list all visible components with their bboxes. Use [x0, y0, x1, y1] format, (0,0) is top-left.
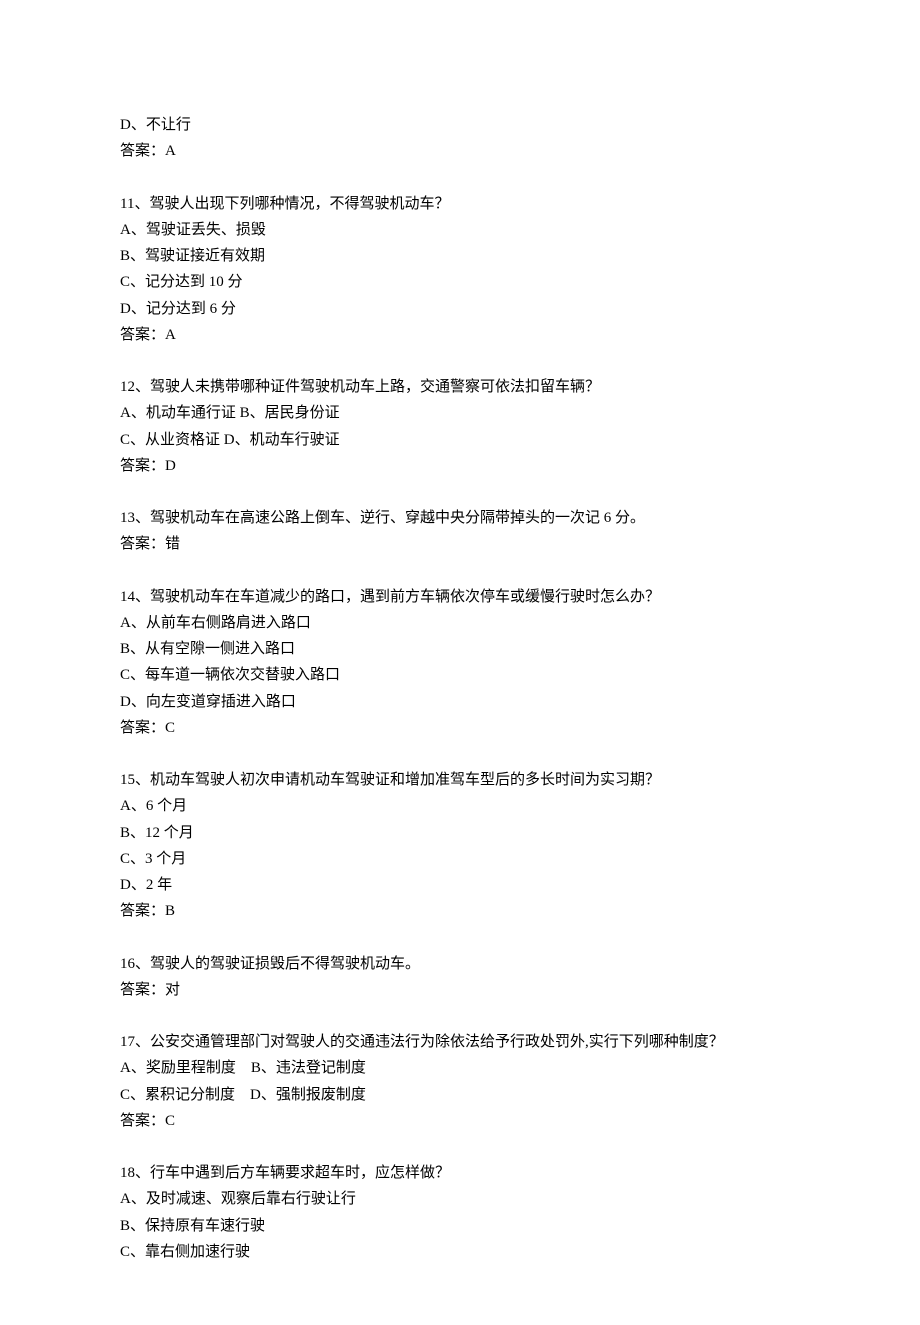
text-line: 17、公安交通管理部门对驾驶人的交通违法行为除依法给予行政处罚外,实行下列哪种制…	[120, 1029, 800, 1055]
text-line: B、从有空隙一侧进入路口	[120, 636, 800, 662]
question-block: 13、驾驶机动车在高速公路上倒车、逆行、穿越中央分隔带掉头的一次记 6 分。答案…	[120, 505, 800, 558]
text-line: 答案：C	[120, 1108, 800, 1134]
text-line: B、驾驶证接近有效期	[120, 243, 800, 269]
text-line: A、6 个月	[120, 793, 800, 819]
document-page: D、不让行答案：A11、驾驶人出现下列哪种情况，不得驾驶机动车？A、驾驶证丢失、…	[0, 0, 920, 1325]
text-line: 答案：A	[120, 138, 800, 164]
question-block: 16、驾驶人的驾驶证损毁后不得驾驶机动车。答案：对	[120, 951, 800, 1004]
question-block: 17、公安交通管理部门对驾驶人的交通违法行为除依法给予行政处罚外,实行下列哪种制…	[120, 1029, 800, 1134]
text-line: 11、驾驶人出现下列哪种情况，不得驾驶机动车？	[120, 191, 800, 217]
text-line: B、12 个月	[120, 820, 800, 846]
text-line: C、每车道一辆依次交替驶入路口	[120, 662, 800, 688]
text-line: 13、驾驶机动车在高速公路上倒车、逆行、穿越中央分隔带掉头的一次记 6 分。	[120, 505, 800, 531]
text-line: A、驾驶证丢失、损毁	[120, 217, 800, 243]
text-line: 答案：对	[120, 977, 800, 1003]
text-line: A、及时减速、观察后靠右行驶让行	[120, 1186, 800, 1212]
text-line: 答案：C	[120, 715, 800, 741]
text-line: A、从前车右侧路肩进入路口	[120, 610, 800, 636]
text-line: C、累积记分制度 D、强制报废制度	[120, 1082, 800, 1108]
text-line: 15、机动车驾驶人初次申请机动车驾驶证和增加准驾车型后的多长时间为实习期？	[120, 767, 800, 793]
question-block: 18、行车中遇到后方车辆要求超车时，应怎样做？A、及时减速、观察后靠右行驶让行B…	[120, 1160, 800, 1265]
text-line: D、记分达到 6 分	[120, 296, 800, 322]
text-line: 16、驾驶人的驾驶证损毁后不得驾驶机动车。	[120, 951, 800, 977]
text-line: D、向左变道穿插进入路口	[120, 689, 800, 715]
text-line: A、奖励里程制度 B、违法登记制度	[120, 1055, 800, 1081]
text-line: C、靠右侧加速行驶	[120, 1239, 800, 1265]
text-line: 答案：错	[120, 531, 800, 557]
text-line: C、3 个月	[120, 846, 800, 872]
text-line: B、保持原有车速行驶	[120, 1213, 800, 1239]
question-block: 15、机动车驾驶人初次申请机动车驾驶证和增加准驾车型后的多长时间为实习期？A、6…	[120, 767, 800, 925]
question-block: 14、驾驶机动车在车道减少的路口，遇到前方车辆依次停车或缓慢行驶时怎么办？A、从…	[120, 584, 800, 742]
text-line: A、机动车通行证 B、居民身份证	[120, 400, 800, 426]
text-line: D、2 年	[120, 872, 800, 898]
text-line: 14、驾驶机动车在车道减少的路口，遇到前方车辆依次停车或缓慢行驶时怎么办？	[120, 584, 800, 610]
question-block: 12、驾驶人未携带哪种证件驾驶机动车上路，交通警察可依法扣留车辆？A、机动车通行…	[120, 374, 800, 479]
question-block: 11、驾驶人出现下列哪种情况，不得驾驶机动车？A、驾驶证丢失、损毁B、驾驶证接近…	[120, 191, 800, 349]
question-block: D、不让行答案：A	[120, 112, 800, 165]
text-line: 答案：B	[120, 898, 800, 924]
text-line: C、从业资格证 D、机动车行驶证	[120, 427, 800, 453]
text-line: D、不让行	[120, 112, 800, 138]
text-line: 18、行车中遇到后方车辆要求超车时，应怎样做？	[120, 1160, 800, 1186]
text-line: 答案：A	[120, 322, 800, 348]
text-line: C、记分达到 10 分	[120, 269, 800, 295]
text-line: 12、驾驶人未携带哪种证件驾驶机动车上路，交通警察可依法扣留车辆？	[120, 374, 800, 400]
text-line: 答案：D	[120, 453, 800, 479]
